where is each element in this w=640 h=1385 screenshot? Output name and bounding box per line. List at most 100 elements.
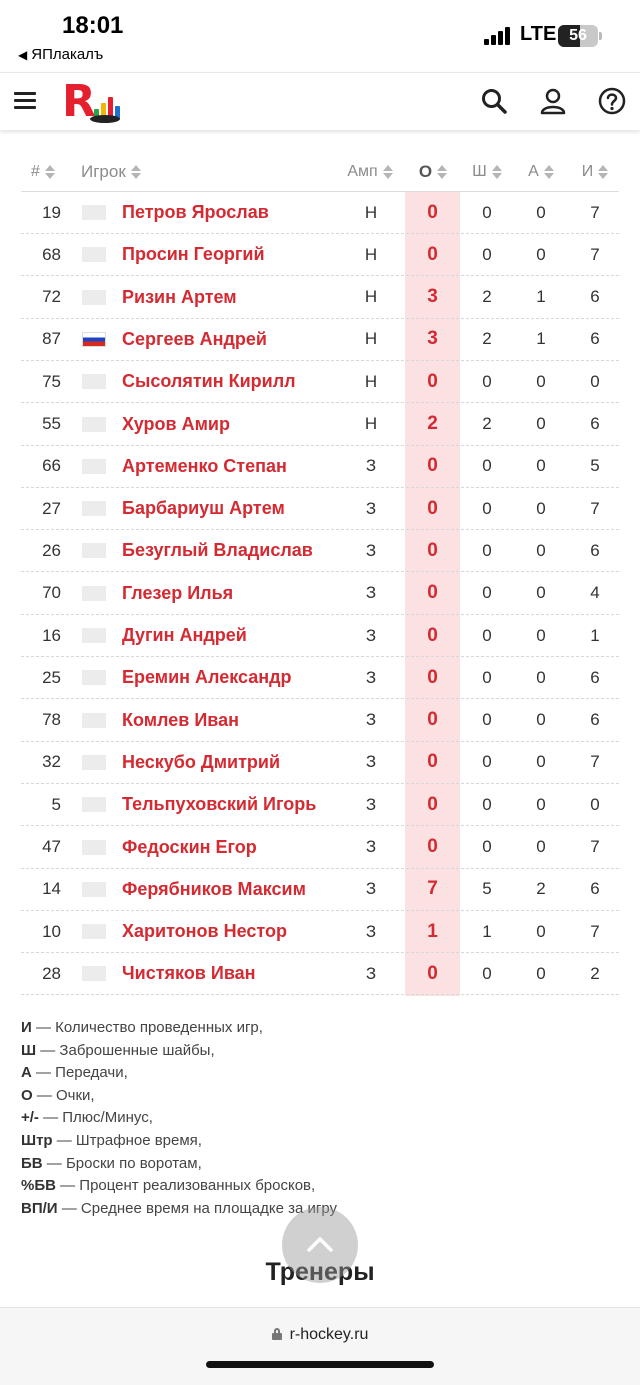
sort-header-goals[interactable]: Ш — [467, 152, 507, 191]
legend-item: Штр — Штрафное время, — [21, 1130, 621, 1153]
player-name-link[interactable]: Ферябников Максим — [122, 869, 362, 910]
header-assists-label: А — [528, 162, 539, 180]
header-goals-label: Ш — [472, 162, 487, 180]
scroll-to-top-button[interactable] — [282, 1207, 358, 1283]
table-row: 5 Тельпуховский Игорь З 0 0 0 0 — [21, 784, 619, 827]
player-number: 28 — [42, 963, 61, 983]
player-games: 6 — [590, 414, 600, 433]
player-name-link[interactable]: Тельпуховский Игорь — [122, 784, 362, 825]
player-name-link[interactable]: Чистяков Иван — [122, 953, 362, 994]
player-number: 26 — [42, 540, 61, 560]
player-assists: 0 — [536, 752, 546, 772]
sort-header-assists[interactable]: А — [521, 152, 561, 191]
player-goals: 0 — [482, 625, 492, 645]
legend-text: — Заброшенные шайбы, — [36, 1041, 215, 1059]
flag-cell — [82, 192, 106, 233]
player-games: 7 — [590, 752, 600, 772]
player-name-link[interactable]: Федоскин Егор — [122, 827, 362, 868]
player-assists: 2 — [536, 879, 546, 899]
player-goals: 0 — [482, 583, 492, 603]
player-name-link[interactable]: Сергеев Андрей — [122, 319, 362, 360]
hamburger-icon[interactable] — [14, 92, 36, 110]
player-goals: 5 — [482, 879, 492, 899]
table-row: 16 Дугин Андрей З 0 0 0 1 — [21, 615, 619, 657]
flag-placeholder-icon — [82, 289, 106, 305]
player-goals: 2 — [482, 329, 492, 349]
player-assists: 0 — [536, 540, 546, 560]
sort-header-player[interactable]: Игрок — [81, 152, 171, 191]
search-icon[interactable] — [480, 87, 508, 115]
flag-cell — [82, 953, 106, 994]
player-assists: 0 — [536, 667, 546, 687]
player-position: З — [365, 921, 377, 941]
status-bar: 18:01 ◀ ЯПлакалъ LTE 56 — [0, 0, 640, 70]
player-name-link[interactable]: Петров Ярослав — [122, 192, 362, 233]
player-games: 0 — [590, 371, 600, 391]
player-name-link[interactable]: Просин Георгий — [122, 234, 362, 275]
player-name-link[interactable]: Еремин Александр — [122, 657, 362, 698]
browser-address-bar[interactable]: r-hockey.ru — [0, 1307, 640, 1385]
site-logo[interactable]: R — [62, 79, 122, 125]
table-row: 25 Еремин Александр З 0 0 0 6 — [21, 657, 619, 700]
header-games-label: И — [581, 162, 594, 180]
flag-placeholder-icon — [82, 585, 106, 601]
table-row: 47 Федоскин Егор З 0 0 0 7 — [21, 827, 619, 869]
player-number: 32 — [42, 752, 61, 772]
player-name-link[interactable]: Безуглый Владислав — [122, 530, 362, 571]
player-name-link[interactable]: Дугин Андрей — [122, 615, 362, 656]
sort-header-games[interactable]: И — [573, 152, 617, 191]
player-name-link[interactable]: Артеменко Степан — [122, 446, 362, 487]
flag-cell — [82, 573, 106, 614]
player-position: З — [365, 752, 377, 772]
player-name-link[interactable]: Сысолятин Кирилл — [122, 361, 362, 402]
player-name-link[interactable]: Харитонов Нестор — [122, 911, 362, 952]
sort-header-points[interactable]: О — [411, 152, 455, 191]
home-indicator[interactable] — [206, 1361, 434, 1368]
player-number: 19 — [42, 202, 61, 222]
player-name-link[interactable]: Нескубо Дмитрий — [122, 742, 362, 783]
player-goals: 0 — [482, 837, 492, 856]
player-position: Н — [364, 329, 378, 349]
sort-header-num[interactable]: # — [21, 152, 61, 191]
player-name-link[interactable]: Глезер Илья — [122, 573, 362, 614]
player-number: 27 — [42, 498, 61, 518]
player-name-link[interactable]: Хуров Амир — [122, 404, 362, 445]
legend-item: БВ — Броски по воротам, — [21, 1153, 621, 1176]
user-icon[interactable] — [539, 87, 567, 115]
legend-text: — Передачи, — [31, 1064, 128, 1082]
player-points: 0 — [427, 539, 438, 561]
table-row: 78 Комлев Иван З 0 0 0 6 — [21, 700, 619, 742]
help-icon[interactable] — [598, 87, 626, 115]
player-assists: 0 — [536, 583, 546, 603]
player-assists: 0 — [536, 625, 546, 645]
flag-cell — [82, 319, 106, 360]
player-games: 6 — [590, 710, 600, 730]
player-games: 1 — [590, 625, 600, 645]
flag-placeholder-icon — [82, 543, 106, 559]
player-position: Н — [364, 244, 378, 264]
player-points: 0 — [427, 836, 438, 857]
flag-placeholder-icon — [82, 839, 106, 855]
player-goals: 0 — [482, 540, 492, 560]
player-goals: 0 — [482, 667, 492, 687]
table-row: 14 Ферябников Максим З 7 5 2 6 — [21, 869, 619, 911]
player-assists: 1 — [536, 329, 546, 349]
player-name-link[interactable]: Ризин Артем — [122, 277, 362, 318]
lock-icon — [271, 1328, 282, 1340]
table-row: 32 Нескубо Дмитрий З 0 0 0 7 — [21, 742, 619, 784]
flag-placeholder-icon — [82, 374, 106, 390]
legend-text: — Плюс/Минус, — [38, 1109, 153, 1127]
legend-text: — Штрафное время, — [52, 1131, 202, 1149]
player-name-link[interactable]: Комлев Иван — [122, 700, 362, 741]
player-points: 0 — [427, 201, 438, 223]
player-points: 3 — [427, 328, 438, 350]
player-name-link[interactable]: Барбариуш Артем — [122, 488, 362, 529]
player-games: 6 — [590, 667, 600, 687]
back-to-app-link[interactable]: ◀ ЯПлакалъ — [18, 46, 103, 63]
address-field[interactable]: r-hockey.ru — [0, 1326, 640, 1344]
sort-header-pos[interactable]: Амп — [343, 152, 397, 191]
flag-cell — [82, 277, 106, 318]
table-row: 87 Сергеев Андрей Н 3 2 1 6 — [21, 319, 619, 361]
stats-legend: И — Количество проведенных игр, Ш — Забро… — [21, 1017, 621, 1220]
header-pos-label: Амп — [347, 162, 378, 180]
